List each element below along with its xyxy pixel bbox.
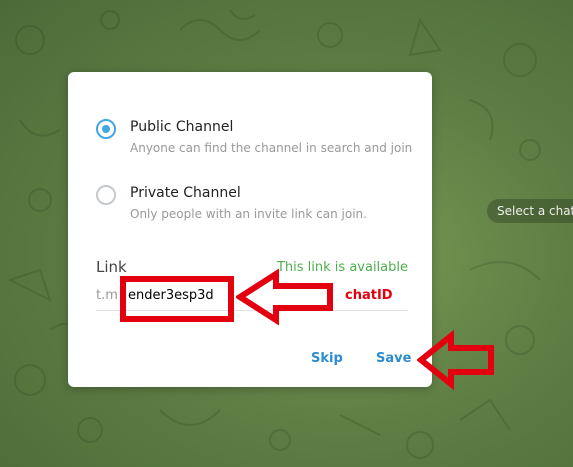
skip-button[interactable]: Skip [311, 351, 343, 366]
public-channel-radio[interactable] [96, 119, 116, 139]
save-button[interactable]: Save [376, 351, 411, 366]
annotation-chatid-label: chatID [345, 288, 393, 303]
channel-type-dialog: Public Channel Anyone can find the chann… [68, 72, 432, 387]
public-channel-title: Public Channel [130, 119, 234, 135]
link-availability-status: This link is available [276, 260, 408, 275]
public-channel-description: Anyone can find the channel in search an… [130, 141, 413, 155]
private-channel-title: Private Channel [130, 185, 241, 201]
select-chat-hint: Select a chat [487, 199, 573, 223]
private-channel-description: Only people with an invite link can join… [130, 207, 367, 221]
link-label: Link [96, 258, 127, 276]
link-prefix: t.m [96, 288, 118, 303]
link-underline [96, 310, 408, 311]
private-channel-radio[interactable] [96, 185, 116, 205]
link-input[interactable] [128, 285, 228, 305]
